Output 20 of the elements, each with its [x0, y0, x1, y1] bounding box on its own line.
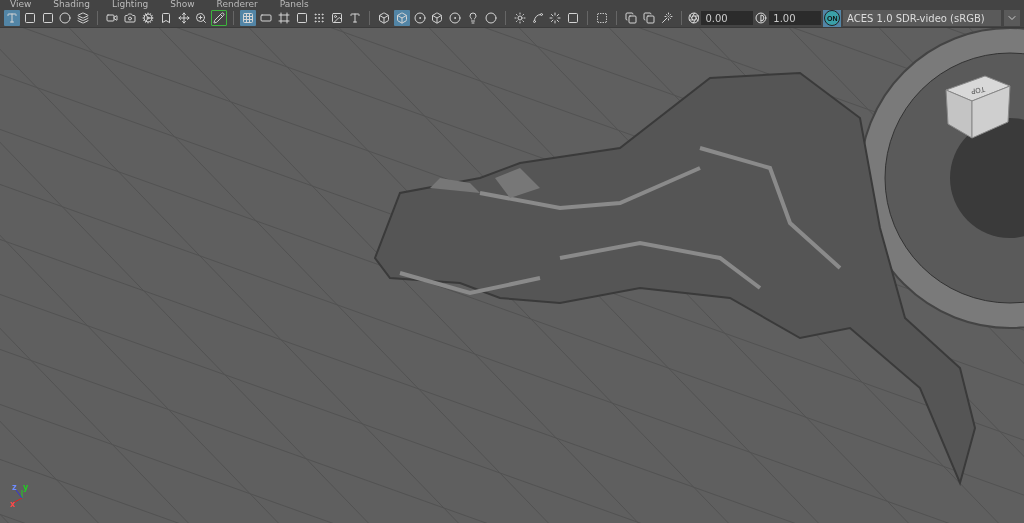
wireframe-cube-button[interactable] [376, 10, 392, 26]
menu-item[interactable]: Panels [279, 0, 309, 9]
exposure-field[interactable]: 0.00 [701, 11, 754, 25]
menu-item[interactable]: Lighting [111, 0, 149, 9]
target-button[interactable] [447, 10, 464, 26]
menu-item[interactable]: Show [170, 0, 195, 9]
menu-item[interactable]: Renderer [216, 0, 258, 9]
view-transform-dropdown[interactable]: ACES 1.0 SDR-video (sRGB) [843, 10, 1002, 26]
contrast-icon [755, 12, 768, 24]
menu-item[interactable]: Shading [53, 0, 90, 9]
layers-button[interactable] [75, 10, 92, 26]
menu-item[interactable]: View [10, 0, 32, 9]
aperture-icon [687, 12, 700, 24]
dropdown-button[interactable] [1004, 10, 1021, 26]
pencil-button[interactable] [211, 10, 228, 26]
axis-gizmo: z y x [10, 483, 29, 509]
grid-button[interactable] [240, 10, 256, 26]
sphere-button[interactable] [57, 10, 74, 26]
shaded-cube-button[interactable] [393, 10, 410, 26]
gamma-field[interactable]: 1.00 [769, 11, 822, 25]
